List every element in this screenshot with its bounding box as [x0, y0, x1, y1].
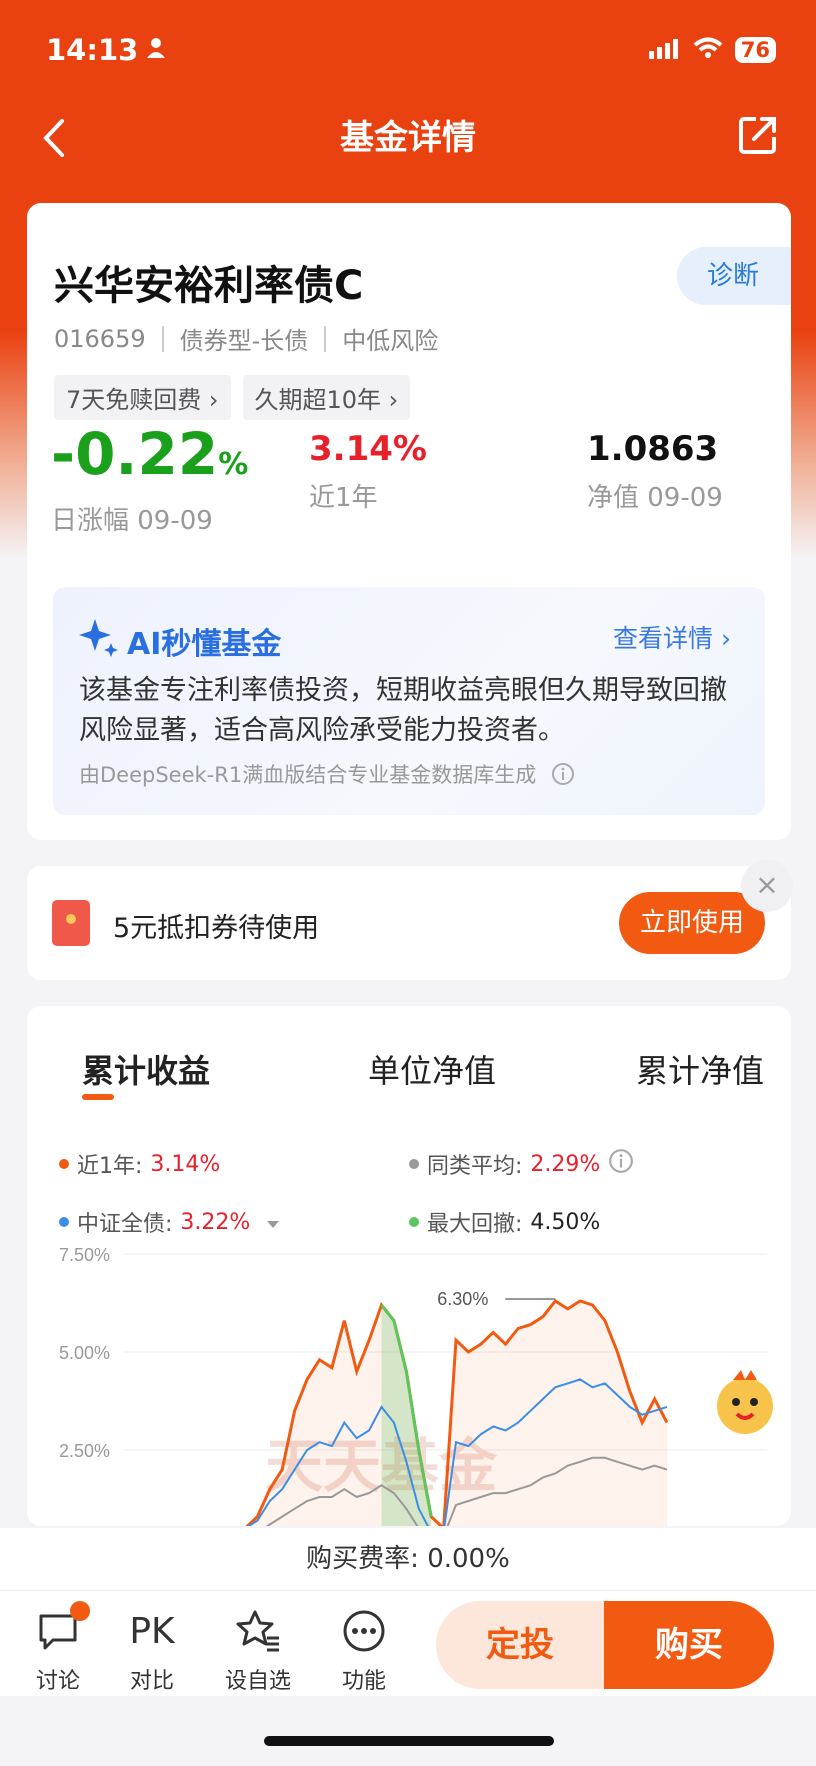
page-title: 基金详情: [340, 118, 476, 158]
coupon-banner: 5元抵扣券待使用 立即使用 ×: [27, 860, 793, 980]
ai-summary-text: 该基金专注利率债投资，短期收益亮眼但久期导致回撤风险显著，适合高风险承受能力投资…: [79, 675, 727, 746]
more-icon: [343, 1610, 385, 1652]
year-return-label: 近1年: [309, 483, 378, 513]
more-functions-button[interactable]: 功能: [324, 1607, 404, 1695]
auto-invest-button[interactable]: 定投: [436, 1601, 604, 1689]
close-icon[interactable]: ×: [741, 860, 793, 912]
ai-title: AI秒懂基金: [79, 617, 281, 665]
fund-name: 兴华安裕利率债C: [54, 263, 364, 309]
info-icon[interactable]: [551, 762, 575, 791]
buy-fee-bar: 购买费率: 0.00%: [0, 1528, 816, 1590]
peak-annotation: 6.30%: [437, 1289, 488, 1309]
compare-button[interactable]: PK 对比: [112, 1607, 192, 1695]
status-bar: 14:13 76: [46, 30, 776, 70]
ai-summary-box[interactable]: AI秒懂基金 查看详情 › 该基金专注利率债投资，短期收益亮眼但久期导致回撤风险…: [53, 587, 765, 815]
notification-dot: [70, 1601, 90, 1621]
buy-button[interactable]: 购买: [604, 1601, 774, 1689]
coupon-text: 5元抵扣券待使用: [113, 913, 320, 944]
buy-fee-label: 购买费率:: [306, 1544, 419, 1574]
daily-change-stat: -0.22% 日涨幅 09-09: [51, 423, 249, 537]
tag-duration[interactable]: 久期超10年 ›: [242, 375, 411, 420]
daily-change-unit: %: [218, 447, 249, 482]
tag-redemption-fee[interactable]: 7天免赎回费 ›: [54, 375, 231, 420]
y-tick-label: 5.00%: [59, 1343, 110, 1363]
fund-type: 债券型-长债: [179, 327, 309, 355]
battery-level: 76: [734, 37, 776, 63]
watchlist-label: 设自选: [224, 1669, 291, 1694]
nav-bar: 基金详情: [0, 105, 816, 171]
fund-meta: 016659 债券型-长债 中低风险: [54, 321, 438, 356]
status-time: 14:13: [46, 33, 139, 67]
share-icon[interactable]: [738, 115, 778, 159]
daily-change-value: -0.22: [51, 420, 219, 488]
return-chart[interactable]: 7.50%5.00%2.50%天天基金6.30%: [27, 1006, 791, 1526]
sparkle-icon: [79, 617, 119, 665]
person-icon: [146, 37, 166, 63]
home-indicator: [264, 1736, 554, 1746]
divider: [161, 325, 164, 352]
daily-change-label: 日涨幅 09-09: [51, 506, 213, 536]
pk-icon: PK: [129, 1610, 175, 1652]
diagnose-button[interactable]: 诊断: [677, 247, 791, 305]
use-coupon-button[interactable]: 立即使用: [619, 892, 765, 954]
functions-label: 功能: [341, 1669, 386, 1694]
year-return-value: 3.14%: [309, 429, 427, 469]
ai-source-text: 由DeepSeek-R1满血版结合专业基金数据库生成: [79, 763, 537, 787]
red-envelope-icon: [52, 900, 90, 946]
compare-label: 对比: [129, 1669, 174, 1694]
signal-icon: [648, 37, 681, 63]
fund-tags: 7天免赎回费 › 久期超10年 ›: [54, 375, 411, 420]
star-list-icon: [236, 1610, 279, 1652]
active-tab-indicator: [82, 1094, 114, 1100]
fund-return-area: [247, 1301, 667, 1526]
fund-info-card: 兴华安裕利率债C 诊断 016659 债券型-长债 中低风险 7天免赎回费 › …: [27, 203, 791, 840]
buy-fee-value: 0.00%: [427, 1544, 510, 1574]
y-tick-label: 2.50%: [59, 1441, 110, 1461]
wifi-icon: [693, 37, 723, 63]
mascot-icon[interactable]: [709, 1366, 781, 1438]
ai-source: 由DeepSeek-R1满血版结合专业基金数据库生成: [79, 759, 575, 791]
bottom-action-bar: 讨论 PK 对比 设自选 功能 定投 购买: [0, 1590, 816, 1696]
discuss-label: 讨论: [35, 1669, 80, 1694]
y-tick-label: 7.50%: [59, 1245, 110, 1265]
watchlist-button[interactable]: 设自选: [218, 1607, 298, 1695]
year-return-stat: 3.14% 近1年: [309, 429, 427, 514]
ai-details-link[interactable]: 查看详情 ›: [613, 619, 731, 655]
ai-title-text: AI秒懂基金: [127, 627, 282, 662]
performance-card: 累计收益 单位净值 累计净值 近1年: 3.14% 同类平均: 2.29% 中证…: [27, 1006, 791, 1526]
nav-stat: 1.0863 净值 09-09: [587, 429, 723, 514]
divider: [324, 325, 327, 352]
nav-value: 1.0863: [587, 429, 719, 469]
fund-code: 016659: [54, 324, 146, 353]
nav-label: 净值 09-09: [587, 483, 723, 513]
discuss-button[interactable]: 讨论: [18, 1601, 98, 1695]
fund-risk: 中低风险: [342, 327, 439, 355]
